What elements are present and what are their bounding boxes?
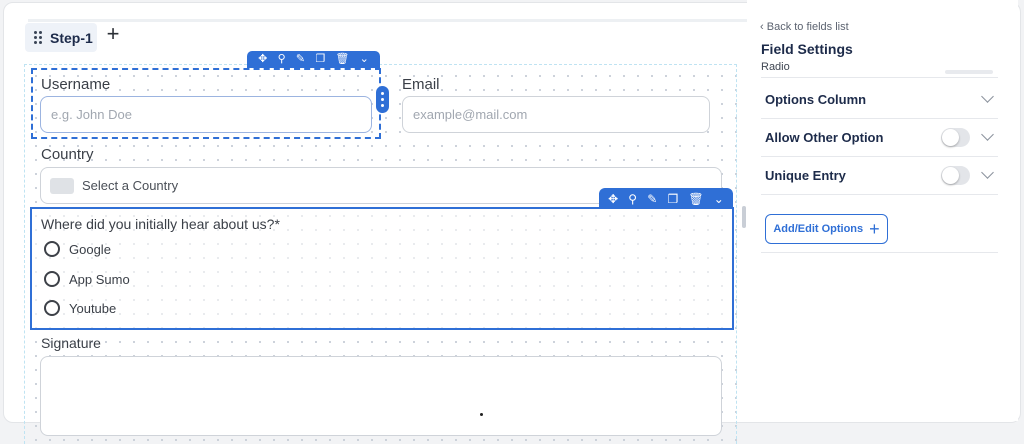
radio-option-label: App Sumo [69, 271, 130, 287]
row-label: Unique Entry [765, 168, 846, 183]
username-label: Username [41, 76, 111, 93]
panel-bottom-divider [761, 252, 998, 253]
chevron-down-icon[interactable] [981, 166, 994, 179]
panel-scrollbar[interactable] [945, 70, 993, 74]
step-tab-label: Step-1 [50, 29, 93, 46]
delete-icon[interactable]: 🗑 [335, 54, 349, 65]
row-label: Allow Other Option [765, 130, 884, 145]
add-edit-options-label: Add/Edit Options [773, 223, 864, 235]
edit-icon[interactable]: ✎ [647, 192, 657, 206]
back-link-label: Back to fields list [766, 21, 849, 33]
add-edit-options-button[interactable]: Add/Edit Options + [765, 214, 888, 244]
tab-step-1[interactable]: Step-1 [25, 23, 97, 52]
radio-circle-icon[interactable] [44, 241, 60, 257]
duplicate-icon[interactable]: ❐ [315, 54, 325, 65]
row-label: Options Column [765, 92, 867, 107]
delete-icon[interactable]: 🗑 [688, 192, 703, 206]
username-field-toolbar: ✥ ⚲ ✎ ❐ 🗑 ⌄ [247, 51, 380, 68]
radio-option-app-sumo[interactable]: App Sumo [44, 271, 130, 287]
email-label: Email [402, 76, 440, 93]
drag-grip-icon[interactable] [34, 31, 42, 44]
flag-icon [50, 177, 74, 194]
panel-divider [761, 77, 998, 78]
radio-option-label: Google [69, 241, 111, 257]
chevron-down-icon[interactable]: ⌄ [360, 54, 369, 65]
field-type-label: Radio [761, 61, 790, 73]
resize-handle-icon[interactable] [376, 86, 389, 113]
radio-option-youtube[interactable]: Youtube [44, 300, 116, 316]
allow-other-toggle[interactable] [941, 128, 970, 147]
chevron-down-icon[interactable]: ⌄ [714, 192, 724, 206]
chevron-down-icon[interactable] [981, 90, 994, 103]
duplicate-icon[interactable]: ❐ [667, 192, 678, 206]
row-options-column[interactable]: Options Column [761, 81, 998, 119]
row-unique-entry[interactable]: Unique Entry [761, 157, 998, 195]
row-allow-other-option[interactable]: Allow Other Option [761, 119, 998, 157]
country-placeholder: Select a Country [82, 178, 179, 193]
signature-cursor-dot [480, 413, 483, 416]
radio-question: Where did you initially hear about us?* [41, 216, 280, 232]
style-icon[interactable]: ⚲ [628, 192, 637, 206]
move-icon[interactable]: ✥ [258, 54, 267, 65]
add-step-button[interactable]: + [103, 23, 123, 46]
radio-field-toolbar: ✥ ⚲ ✎ ❐ 🗑 ⌄ [599, 188, 733, 209]
signature-label: Signature [41, 335, 101, 351]
chevron-down-icon[interactable] [981, 128, 994, 141]
radio-circle-icon[interactable] [44, 271, 60, 287]
panel-title: Field Settings [761, 41, 853, 57]
radio-option-google[interactable]: Google [44, 241, 111, 257]
move-icon[interactable]: ✥ [608, 192, 618, 206]
country-label: Country [41, 146, 94, 163]
email-input[interactable]: example@mail.com [402, 96, 710, 133]
chevron-left-icon: ‹ [760, 21, 767, 33]
back-to-fields-link[interactable]: ‹ Back to fields list [760, 21, 849, 33]
radio-option-label: Youtube [69, 300, 117, 316]
unique-entry-toggle[interactable] [941, 166, 970, 185]
radio-circle-icon[interactable] [44, 300, 60, 316]
canvas-scrollbar[interactable] [742, 206, 746, 228]
edit-icon[interactable]: ✎ [296, 54, 305, 65]
username-input[interactable]: e.g. John Doe [40, 96, 372, 133]
plus-icon: + [869, 219, 880, 239]
signature-pad[interactable] [40, 356, 722, 436]
style-icon[interactable]: ⚲ [278, 54, 286, 65]
